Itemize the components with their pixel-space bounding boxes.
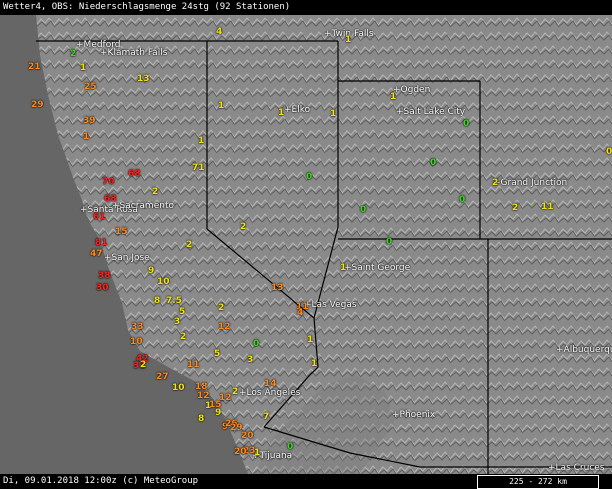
city-label: +Los Angeles bbox=[239, 388, 301, 398]
station-value: 5 bbox=[179, 307, 186, 317]
station-value: 3 bbox=[247, 355, 254, 365]
station-value: 0 bbox=[386, 237, 393, 247]
station-value: 1 bbox=[340, 263, 347, 273]
station-value: 4 bbox=[297, 308, 304, 318]
footer-bar: Di, 09.01.2018 12:00z (c) MeteoGroup 225… bbox=[0, 474, 612, 489]
station-value: 9 bbox=[215, 408, 222, 418]
station-value: 21 bbox=[28, 62, 41, 72]
station-value: 1 bbox=[83, 132, 90, 142]
station-value: 2 bbox=[180, 332, 187, 342]
station-value: 11 bbox=[187, 360, 200, 370]
station-value: 47 bbox=[90, 249, 103, 259]
station-value: 13 bbox=[271, 283, 284, 293]
city-label: +Klamath Falls bbox=[100, 48, 168, 58]
station-value: 10 bbox=[157, 277, 170, 287]
station-value: 5 bbox=[214, 349, 221, 359]
station-value: 2 bbox=[186, 240, 193, 250]
station-value: 3 bbox=[174, 317, 181, 327]
station-value: 70 bbox=[102, 177, 115, 187]
station-value: 27 bbox=[156, 372, 169, 382]
city-label: +Las Cruces bbox=[548, 463, 605, 473]
station-value: 39 bbox=[83, 116, 96, 126]
station-value: 1 bbox=[80, 63, 87, 73]
station-value: 29 bbox=[31, 100, 44, 110]
station-value: 1 bbox=[198, 136, 205, 146]
station-value: 10 bbox=[130, 337, 143, 347]
station-value: 20 bbox=[234, 447, 247, 457]
city-label: +Salt Lake City bbox=[396, 107, 466, 117]
station-value: 1 bbox=[311, 359, 318, 369]
station-value: 25 bbox=[84, 82, 97, 92]
station-value: 0 bbox=[306, 172, 313, 182]
station-value: 2 bbox=[152, 187, 159, 197]
station-value: 10 bbox=[172, 383, 185, 393]
station-value: 2 bbox=[492, 178, 499, 188]
city-label: +Elko bbox=[284, 105, 311, 115]
station-value: 11 bbox=[541, 202, 554, 212]
station-value: 33 bbox=[131, 322, 144, 332]
city-label: +Ogden bbox=[393, 85, 431, 95]
station-value: 7 bbox=[263, 412, 270, 422]
station-value: 1 bbox=[390, 92, 397, 102]
station-value: 0 bbox=[430, 158, 437, 168]
station-value: 2 bbox=[218, 303, 225, 313]
scale-bar: 225 - 272 km bbox=[477, 475, 599, 489]
station-value: 4 bbox=[216, 27, 223, 37]
city-label: +Saint George bbox=[344, 263, 411, 273]
city-label: +Phoenix bbox=[392, 410, 436, 420]
station-value: 1 bbox=[254, 448, 261, 458]
city-label: +Grand Junction bbox=[493, 178, 568, 188]
station-value: 2 bbox=[512, 203, 519, 213]
city-label: +Las Vegas bbox=[304, 300, 357, 310]
title-bar: Wetter4, OBS: Niederschlagsmenge 24stg (… bbox=[0, 0, 612, 15]
station-value: 13 bbox=[137, 74, 150, 84]
station-value: 0 bbox=[459, 195, 466, 205]
station-value: 0 bbox=[463, 119, 470, 129]
city-label: +Albuquerque bbox=[556, 345, 612, 355]
station-value: 0 bbox=[287, 442, 294, 452]
station-value: 2 bbox=[70, 49, 77, 59]
station-value: 1 bbox=[278, 108, 285, 118]
station-value: 30 bbox=[96, 283, 109, 293]
station-value: 8 bbox=[198, 414, 205, 424]
station-value: 68 bbox=[128, 169, 141, 179]
station-value: 29 bbox=[230, 423, 243, 433]
map-title: Wetter4, OBS: Niederschlagsmenge 24stg (… bbox=[3, 2, 291, 12]
station-value: 38 bbox=[98, 271, 111, 281]
station-value: 2 bbox=[140, 360, 147, 370]
station-value: 9 bbox=[148, 266, 155, 276]
station-value: 1 bbox=[330, 109, 337, 119]
map-window: Wetter4, OBS: Niederschlagsmenge 24stg (… bbox=[0, 0, 612, 489]
station-value: 2 bbox=[240, 222, 247, 232]
station-value: 1 bbox=[218, 101, 225, 111]
station-value: 15 bbox=[115, 227, 128, 237]
station-value: 0 bbox=[360, 205, 367, 215]
station-value: 1 bbox=[345, 35, 352, 45]
station-value: 1 bbox=[307, 335, 314, 345]
station-value: 0 bbox=[606, 147, 612, 157]
station-value: 81 bbox=[95, 238, 108, 248]
station-value: 61 bbox=[93, 212, 106, 222]
station-value: 0 bbox=[253, 339, 260, 349]
station-value: 12 bbox=[197, 391, 210, 401]
city-label: +Sacramento bbox=[112, 201, 174, 211]
station-value: 14 bbox=[264, 379, 277, 389]
station-value: 2 bbox=[232, 387, 239, 397]
station-value: 71 bbox=[192, 163, 205, 173]
station-value: 12 bbox=[218, 322, 231, 332]
timestamp: Di, 09.01.2018 12:00z (c) MeteoGroup bbox=[3, 476, 199, 486]
station-value: 68 bbox=[104, 194, 117, 204]
station-value: 8 bbox=[154, 296, 161, 306]
city-label: +San Jose bbox=[104, 253, 150, 263]
station-value: 7.5 bbox=[166, 296, 182, 306]
